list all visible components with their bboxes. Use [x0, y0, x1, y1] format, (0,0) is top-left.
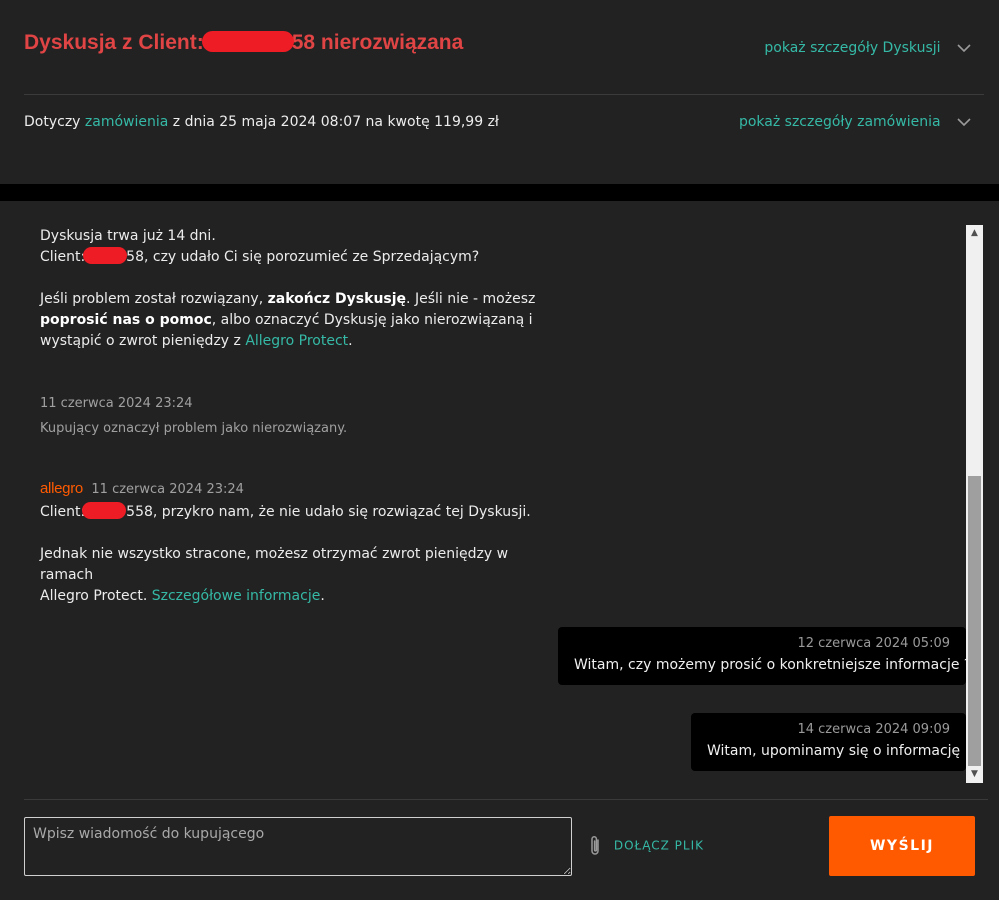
scroll-down-arrow-icon[interactable]: ▼ [966, 766, 983, 783]
close-discussion-link[interactable]: zakończ Dyskusję [268, 291, 406, 307]
chevron-down-icon [957, 43, 971, 52]
message-timestamp: 14 czerwca 2024 09:09 [797, 722, 950, 737]
order-info: Dotyczy zamówienia z dnia 25 maja 2024 0… [24, 114, 499, 130]
system-event: 11 czerwca 2024 23:24 Kupujący oznaczył … [40, 391, 347, 441]
event-text: Kupujący oznaczył problem jako nierozwią… [40, 421, 348, 436]
allegro-message: allegro 11 czerwca 2024 23:24 Client: 955… [40, 480, 531, 604]
message-text: Witam, czy możemy prosić o konkretniejsz… [574, 657, 966, 673]
discussion-title: Dyskusja z Client: 58 nierozwiązana [24, 30, 464, 54]
divider [24, 799, 988, 800]
event-timestamp: 11 czerwca 2024 23:24 [40, 396, 193, 411]
message-timestamp: 12 czerwca 2024 05:09 [797, 636, 950, 651]
paperclip-icon [591, 836, 599, 855]
ask-for-help-link[interactable]: poprosić nas o pomoc [40, 312, 212, 328]
scrollbar-thumb[interactable] [968, 476, 981, 766]
discussion-header: Dyskusja z Client: 58 nierozwiązana pokaż… [0, 0, 999, 184]
show-discussion-details-link[interactable]: pokaż szczegóły Dyskusji [764, 40, 971, 56]
allegro-protect-link[interactable]: Allegro Protect [245, 333, 348, 349]
status-message: Dyskusja trwa już 14 dni. Client: 558, cz… [40, 228, 536, 349]
redaction-mark [83, 246, 128, 264]
message-thread[interactable]: Dyskusja trwa już 14 dni. Client: 558, cz… [0, 201, 966, 786]
thread-scrollbar[interactable]: ▲ ▼ [966, 225, 983, 783]
discussion-body: Dyskusja trwa już 14 dni. Client: 558, cz… [0, 201, 999, 900]
divider [24, 94, 984, 95]
chevron-down-icon [957, 117, 971, 126]
order-link[interactable]: zamówienia [85, 114, 168, 130]
allegro-logo: allegro [40, 480, 83, 497]
user-message-bubble: 12 czerwca 2024 05:09 Witam, czy możemy … [558, 627, 966, 685]
attach-file-button[interactable]: DOŁĄCZ PLIK [587, 835, 704, 857]
scroll-up-arrow-icon[interactable]: ▲ [966, 225, 983, 242]
send-button[interactable]: WYŚLIJ [829, 816, 975, 876]
message-input[interactable] [24, 817, 572, 876]
message-timestamp: 11 czerwca 2024 23:24 [91, 482, 244, 497]
show-order-details-link[interactable]: pokaż szczegóły zamówienia [739, 114, 971, 130]
redaction-mark [82, 501, 127, 519]
redaction-mark [201, 30, 294, 52]
message-text: Witam, upominamy się o informację [707, 743, 961, 759]
details-info-link[interactable]: Szczegółowe informacje [152, 588, 321, 604]
user-message-bubble: 14 czerwca 2024 09:09 Witam, upominamy s… [691, 713, 966, 771]
